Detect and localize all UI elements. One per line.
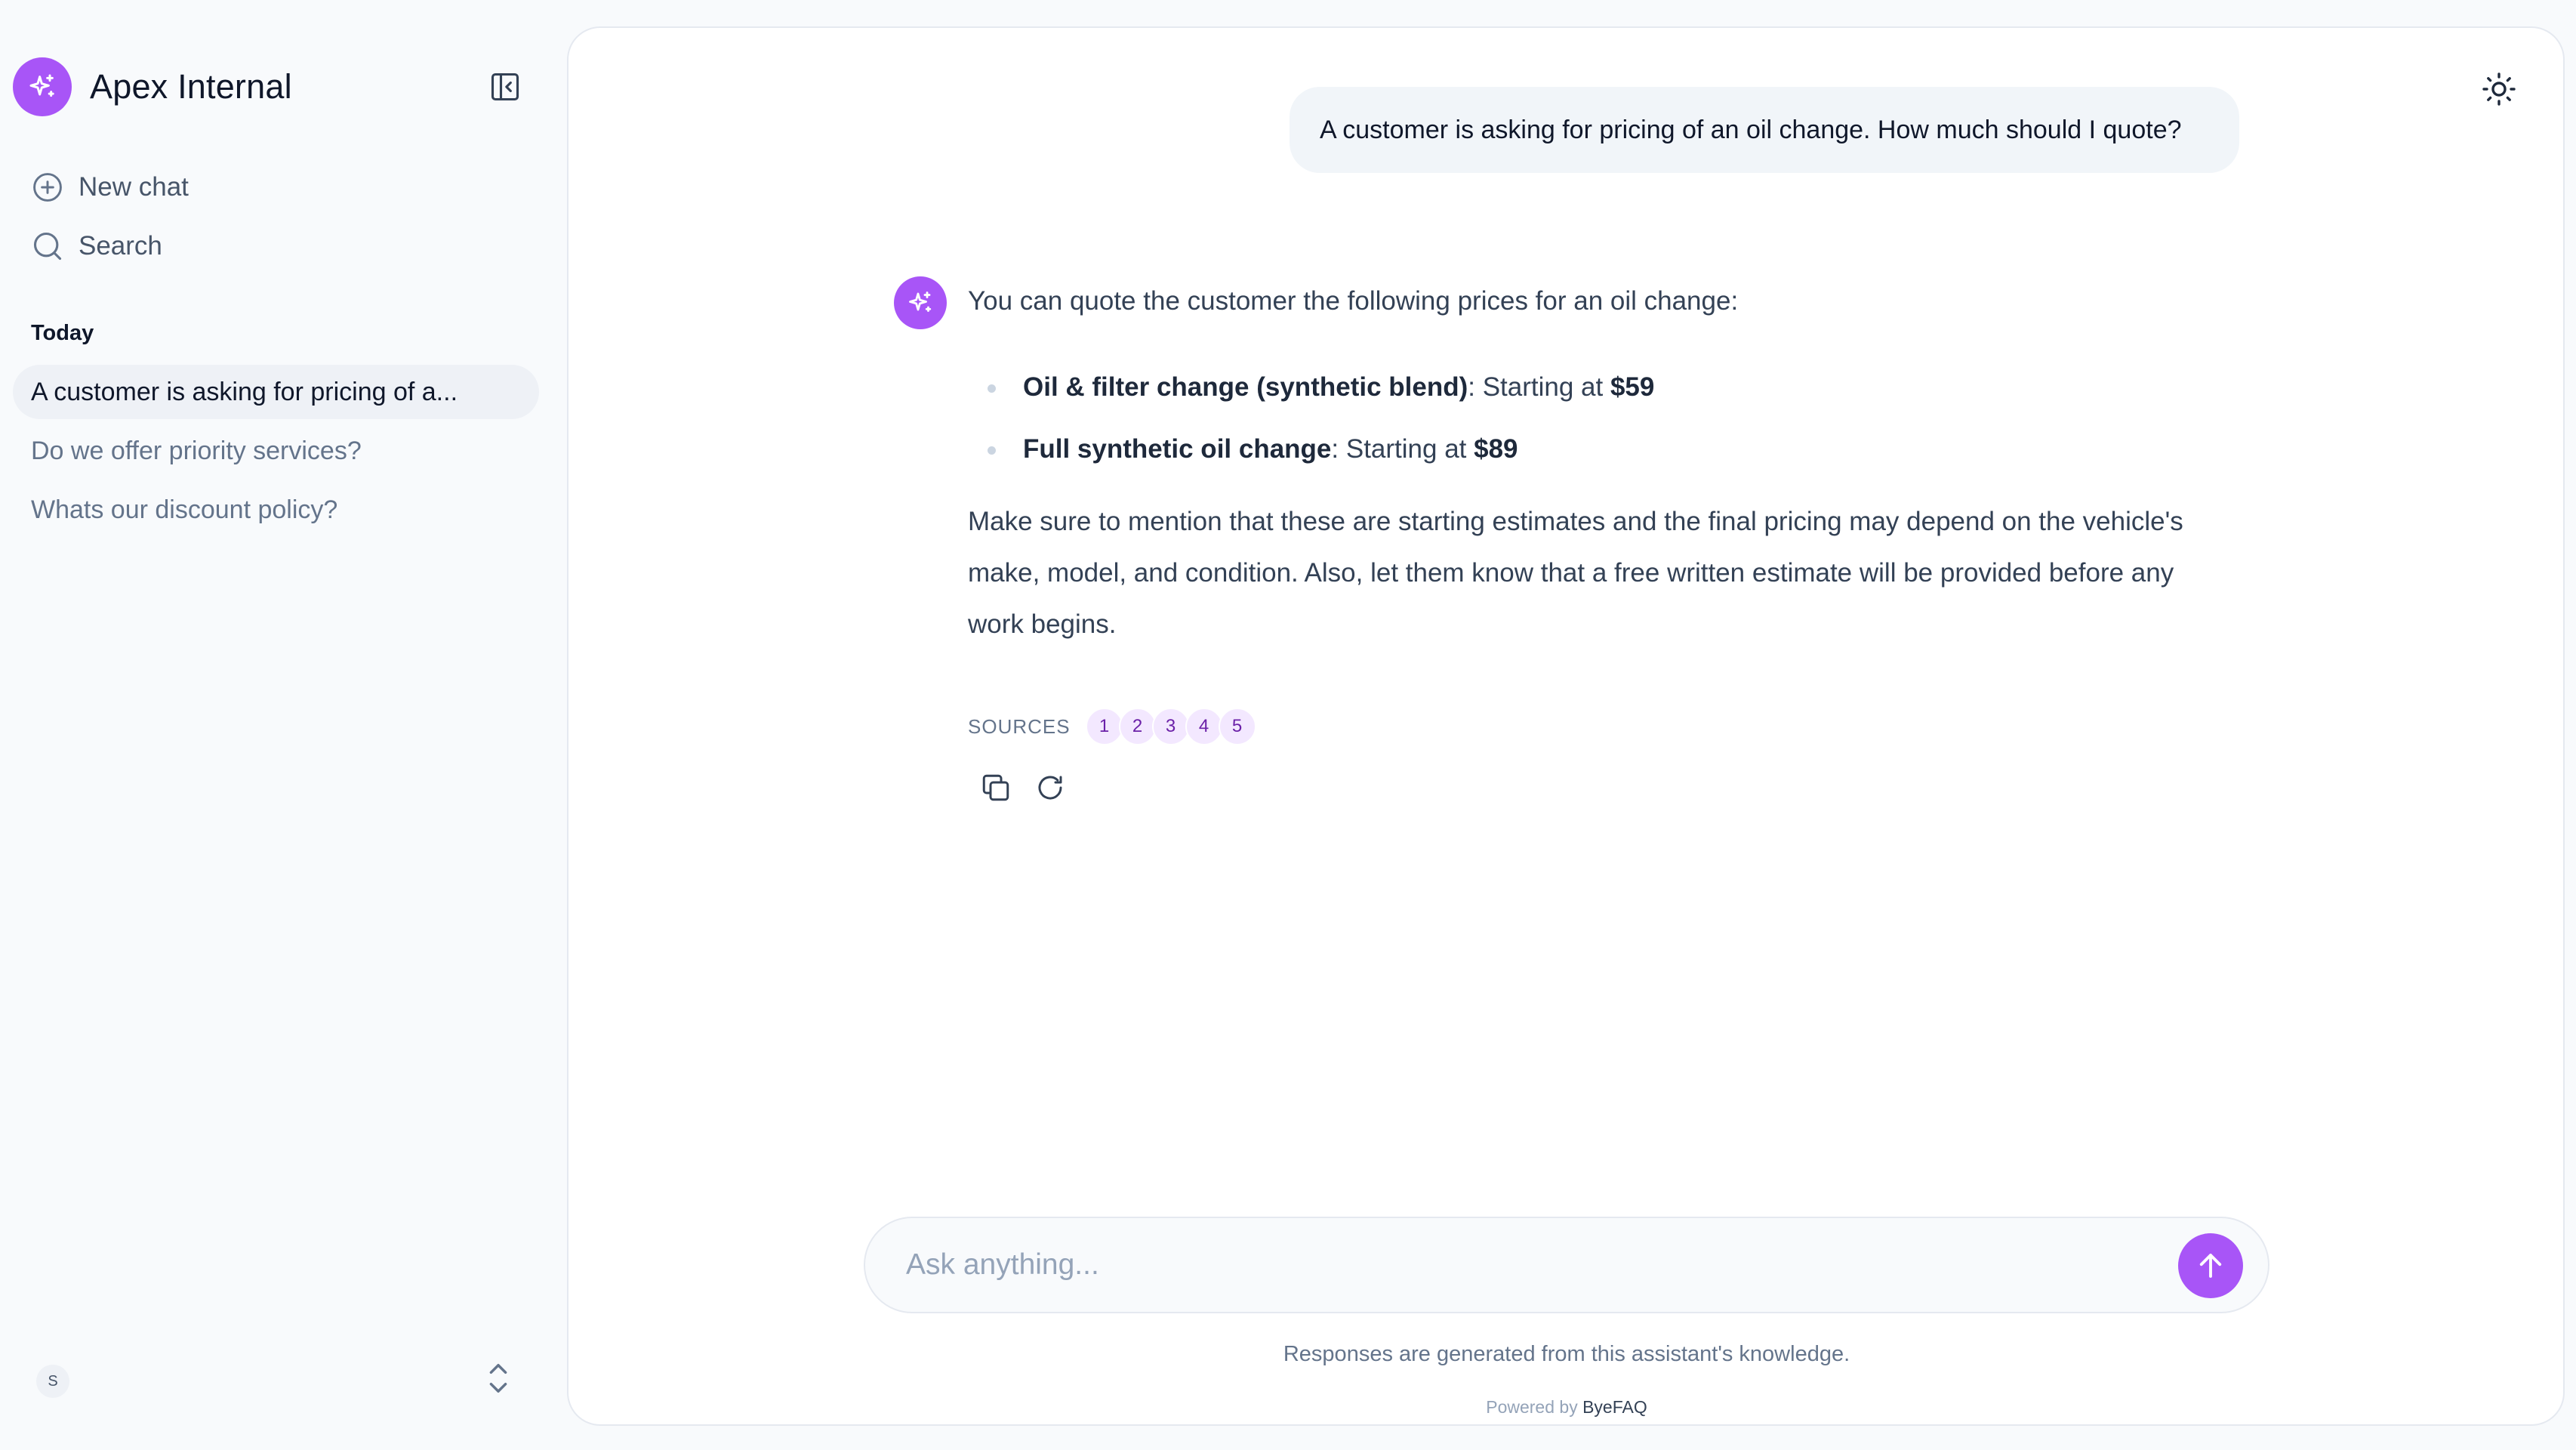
- source-chip[interactable]: 2: [1118, 708, 1157, 745]
- search-label: Search: [79, 231, 162, 261]
- sun-icon: [2482, 72, 2516, 106]
- price-list: Oil & filter change (synthetic blend): S…: [968, 371, 2251, 466]
- message-input[interactable]: [906, 1238, 2144, 1292]
- sidebar: Apex Internal New chat Search Today A cu…: [0, 0, 566, 1450]
- new-chat-label: New chat: [79, 172, 189, 202]
- source-chip[interactable]: 3: [1151, 708, 1190, 745]
- service-separator: : Starting at: [1468, 372, 1610, 402]
- history-item[interactable]: Whats our discount policy?: [13, 483, 539, 537]
- sources-row: SOURCES 1 2 3 4 5: [968, 708, 1256, 745]
- service-separator: : Starting at: [1331, 434, 1474, 464]
- message-actions: [975, 767, 1083, 809]
- user-avatar[interactable]: S: [36, 1365, 69, 1398]
- copy-icon: [982, 774, 1009, 801]
- send-button[interactable]: [2178, 1233, 2243, 1298]
- powered-prefix: Powered by: [1486, 1397, 1583, 1417]
- assistant-message: You can quote the customer the following…: [968, 285, 2251, 650]
- message-composer: [864, 1217, 2269, 1313]
- chat-panel: A customer is asking for pricing of an o…: [567, 26, 2565, 1426]
- history-item-active[interactable]: A customer is asking for pricing of a...: [13, 365, 539, 419]
- sidebar-collapse-icon: [491, 72, 519, 101]
- sparkles-icon: [909, 292, 932, 312]
- answer-intro: You can quote the customer the following…: [968, 286, 1739, 316]
- sources-label: SOURCES: [968, 714, 1071, 738]
- user-menu-button[interactable]: [483, 1359, 513, 1397]
- copy-button[interactable]: [975, 767, 1017, 809]
- history-section-label: Today: [31, 321, 94, 345]
- new-chat-button[interactable]: New chat: [30, 170, 189, 205]
- powered-brand-link[interactable]: ByeFAQ: [1582, 1397, 1647, 1417]
- sparkles-icon: [13, 57, 72, 116]
- source-chip[interactable]: 5: [1218, 708, 1256, 745]
- search-icon: [30, 229, 65, 264]
- service-name: Oil & filter change (synthetic blend): [1023, 372, 1468, 402]
- disclaimer: Responses are generated from this assist…: [1283, 1342, 1850, 1366]
- regenerate-button[interactable]: [1029, 767, 1071, 809]
- sidebar-collapse-button[interactable]: [488, 69, 522, 104]
- powered-by: Powered by ByeFAQ: [864, 1397, 2269, 1418]
- brand: Apex Internal: [13, 57, 292, 116]
- source-chip[interactable]: 4: [1185, 708, 1223, 745]
- service-price: $59: [1610, 372, 1655, 402]
- arrow-up-icon: [2199, 1254, 2222, 1278]
- service-name: Full synthetic oil change: [1023, 434, 1332, 464]
- list-item: Full synthetic oil change: Starting at $…: [968, 433, 2251, 466]
- chevrons-up-down-icon: [489, 1364, 507, 1393]
- source-chip[interactable]: 1: [1085, 708, 1123, 745]
- assistant-avatar: [894, 276, 947, 329]
- theme-toggle-button[interactable]: [2477, 67, 2521, 111]
- list-item: Oil & filter change (synthetic blend): S…: [968, 371, 2251, 404]
- refresh-icon: [1038, 776, 1062, 800]
- answer-paragraph: Make sure to mention that these are star…: [968, 507, 2183, 639]
- user-message: A customer is asking for pricing of an o…: [1290, 87, 2239, 173]
- plus-circle-icon: [30, 170, 65, 205]
- history-item[interactable]: Do we offer priority services?: [13, 424, 539, 478]
- search-button[interactable]: Search: [30, 229, 162, 264]
- service-price: $89: [1474, 434, 1518, 464]
- app-title: Apex Internal: [90, 67, 292, 106]
